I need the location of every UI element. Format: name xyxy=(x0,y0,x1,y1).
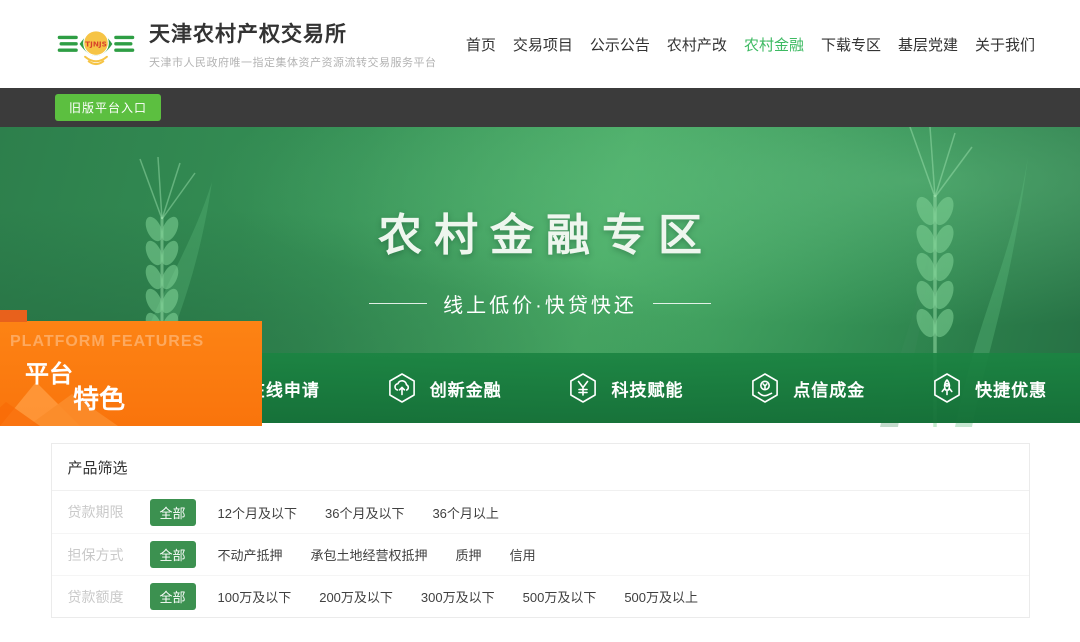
filter-option[interactable]: 500万及以下 xyxy=(523,587,597,606)
tech-empower-icon xyxy=(567,372,599,404)
platform-features-block: PLATFORM FEATURES 平台 特色 xyxy=(0,321,262,426)
filter-row-loan-amount: 贷款额度 全部 100万及以下 200万及以下 300万及以下 500万及以下 … xyxy=(52,575,1029,617)
nav-item-about[interactable]: 关于我们 xyxy=(975,34,1035,55)
nav-item-home[interactable]: 首页 xyxy=(466,34,496,55)
all-button[interactable]: 全部 xyxy=(150,499,196,526)
hero-banner: 农村金融专区 线上低价·快贷快还 在线申请 创新金融 xyxy=(0,127,1080,423)
feature-label: 科技赋能 xyxy=(611,376,683,401)
filter-title: 产品筛选 xyxy=(52,444,1029,491)
filter-option[interactable]: 200万及以下 xyxy=(319,587,393,606)
subtitle-left-rule xyxy=(369,303,427,304)
filter-options: 12个月及以下 36个月及以下 36个月以上 xyxy=(218,503,499,522)
secondary-toolbar: 旧版平台入口 xyxy=(0,88,1080,127)
hero-subtitle: 线上低价·快贷快还 xyxy=(443,289,637,318)
all-button[interactable]: 全部 xyxy=(150,583,196,610)
filter-row-guarantee-type: 担保方式 全部 不动产抵押 承包土地经营权抵押 质押 信用 xyxy=(52,533,1029,575)
filter-label: 担保方式 xyxy=(68,545,138,565)
site-title: 天津农村产权交易所 xyxy=(149,18,437,48)
filter-option[interactable]: 12个月及以下 xyxy=(218,503,297,522)
filter-options: 不动产抵押 承包土地经营权抵押 质押 信用 xyxy=(218,545,536,564)
feature-credit-gold[interactable]: 点信成金 xyxy=(716,353,898,423)
orange-corner-accent xyxy=(0,310,27,322)
hero-copy: 农村金融专区 线上低价·快贷快还 xyxy=(0,199,1080,318)
nav-item-rural-reform[interactable]: 农村产改 xyxy=(667,34,727,55)
feature-label: 点信成金 xyxy=(793,376,865,401)
hero-title: 农村金融专区 xyxy=(0,199,1080,263)
filter-options: 100万及以下 200万及以下 300万及以下 500万及以下 500万及以上 xyxy=(218,587,699,606)
main-nav: 首页 交易项目 公示公告 农村产改 农村金融 下载专区 基层党建 关于我们 xyxy=(466,34,1035,55)
filter-option[interactable]: 36个月及以下 xyxy=(325,503,404,522)
feature-bar: 在线申请 创新金融 科技赋能 点信成金 xyxy=(171,353,1080,423)
hero-subtitle-row: 线上低价·快贷快还 xyxy=(0,289,1080,318)
platform-features-title-2: 特色 xyxy=(73,379,125,416)
platform-features-title-1: 平台 xyxy=(25,354,73,389)
site-subtitle: 天津市人民政府唯一指定集体资产资源流转交易服务平台 xyxy=(149,54,437,70)
feature-tech-empower[interactable]: 科技赋能 xyxy=(535,353,717,423)
filter-label: 贷款期限 xyxy=(68,502,138,522)
filter-row-loan-term: 贷款期限 全部 12个月及以下 36个月及以下 36个月以上 xyxy=(52,491,1029,533)
brand-emblem-icon: TJNJS xyxy=(55,9,137,79)
main-content: 产品筛选 贷款期限 全部 12个月及以下 36个月及以下 36个月以上 担保方式… xyxy=(0,443,1080,642)
nav-item-notices[interactable]: 公示公告 xyxy=(590,34,650,55)
all-button[interactable]: 全部 xyxy=(150,541,196,568)
brand-text: 天津农村产权交易所 天津市人民政府唯一指定集体资产资源流转交易服务平台 xyxy=(149,18,437,70)
innovation-finance-icon xyxy=(386,372,418,404)
product-filter-card: 产品筛选 贷款期限 全部 12个月及以下 36个月及以下 36个月以上 担保方式… xyxy=(51,443,1030,618)
filter-option[interactable]: 300万及以下 xyxy=(421,587,495,606)
filter-option[interactable]: 100万及以下 xyxy=(218,587,292,606)
feature-label: 快捷优惠 xyxy=(975,376,1047,401)
filter-option[interactable]: 信用 xyxy=(510,545,536,564)
nav-item-downloads[interactable]: 下载专区 xyxy=(821,34,881,55)
feature-label: 创新金融 xyxy=(430,376,502,401)
filter-label: 贷款额度 xyxy=(68,587,138,607)
platform-features-eyebrow: PLATFORM FEATURES xyxy=(10,333,204,351)
nav-item-projects[interactable]: 交易项目 xyxy=(513,34,573,55)
nav-item-party-building[interactable]: 基层党建 xyxy=(898,34,958,55)
nav-item-rural-finance[interactable]: 农村金融 xyxy=(744,34,804,55)
credit-gold-icon xyxy=(749,372,781,404)
site-logo[interactable]: TJNJS 天津农村产权交易所 天津市人民政府唯一指定集体资产资源流转交易服务平… xyxy=(55,9,437,79)
feature-innovation-finance[interactable]: 创新金融 xyxy=(353,353,535,423)
filter-option[interactable]: 36个月以上 xyxy=(432,503,498,522)
filter-option[interactable]: 质押 xyxy=(456,545,482,564)
filter-option[interactable]: 500万及以上 xyxy=(624,587,698,606)
feature-quick-discount[interactable]: 快捷优惠 xyxy=(898,353,1080,423)
subtitle-right-rule xyxy=(653,303,711,304)
site-header: TJNJS 天津农村产权交易所 天津市人民政府唯一指定集体资产资源流转交易服务平… xyxy=(0,0,1080,88)
filter-option[interactable]: 不动产抵押 xyxy=(218,545,283,564)
quick-discount-icon xyxy=(931,372,963,404)
filter-option[interactable]: 承包土地经营权抵押 xyxy=(311,545,428,564)
brand-badge-text: TJNJS xyxy=(85,39,107,48)
old-platform-entry-button[interactable]: 旧版平台入口 xyxy=(55,94,161,121)
